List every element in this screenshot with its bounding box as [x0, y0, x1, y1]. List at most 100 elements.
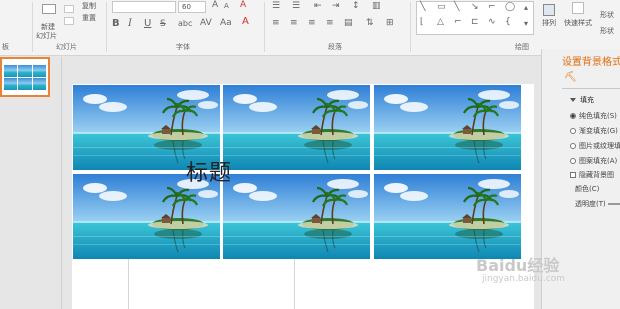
curve-shape-icon[interactable]: ∿: [488, 17, 496, 27]
elbow-shape-icon[interactable]: ⌐: [488, 2, 496, 12]
clear-format-icon[interactable]: A: [240, 0, 246, 10]
strikethrough-icon[interactable]: abc: [178, 19, 192, 28]
bracket-shape-icon[interactable]: ⌐: [454, 17, 462, 27]
collapse-arrow-icon[interactable]: [570, 98, 576, 102]
numbering-icon[interactable]: ☰: [292, 1, 300, 11]
copy-button[interactable]: 复制: [82, 1, 96, 11]
arrange-button[interactable]: 排列: [540, 2, 560, 42]
thumb-image: [18, 64, 32, 77]
island-image[interactable]: [223, 85, 370, 170]
arrange-icon: [543, 4, 555, 16]
group-label-paragraph: 段落: [328, 43, 342, 51]
divider: [562, 88, 620, 89]
hide-background-checkbox[interactable]: 隐藏背景图: [570, 170, 614, 180]
pane-title: 设置背景格式: [562, 57, 620, 68]
divider: [410, 2, 411, 52]
group-label-drawing: 绘图: [515, 43, 529, 51]
font-name-dropdown[interactable]: [112, 1, 176, 13]
picture-fill-option[interactable]: 图片或纹理填: [570, 141, 620, 151]
option-label: 渐变填充(G): [579, 127, 618, 135]
italic-button[interactable]: I: [128, 18, 132, 29]
island-image[interactable]: [223, 174, 370, 259]
font-size-dropdown[interactable]: 60: [178, 1, 206, 13]
new-slide-button[interactable]: 新建 幻灯片: [36, 2, 62, 42]
layout-icon[interactable]: [64, 5, 74, 13]
bullets-icon[interactable]: ☰: [272, 1, 280, 11]
distribute-icon[interactable]: ▤: [344, 18, 353, 28]
island-image[interactable]: [374, 85, 521, 170]
increase-indent-icon[interactable]: ⇥: [332, 1, 340, 11]
group-label-font: 字体: [176, 43, 190, 51]
thumb-image: [32, 77, 46, 90]
radio-icon: [570, 128, 576, 134]
watermark-url: jingyan.baidu.com: [482, 274, 566, 284]
fill-section-header[interactable]: 填充: [580, 95, 594, 105]
solid-fill-option[interactable]: 纯色填充(S): [570, 111, 617, 121]
justify-icon[interactable]: ≡: [326, 18, 334, 28]
brace-shape-icon[interactable]: {: [505, 17, 511, 27]
rectangle-shape-icon[interactable]: ▭: [437, 2, 446, 12]
line-shape-icon[interactable]: ╲: [454, 2, 459, 12]
align-right-icon[interactable]: ≡: [308, 18, 316, 28]
thumb-image: [32, 64, 46, 77]
slide-canvas: 标题: [63, 57, 541, 309]
thumb-image: [18, 77, 32, 90]
font-color-icon[interactable]: A: [242, 16, 249, 27]
bold-button[interactable]: B: [112, 18, 120, 29]
columns-icon[interactable]: ▥: [372, 1, 381, 11]
slide[interactable]: 标题: [72, 84, 534, 309]
fill-bucket-icon[interactable]: ⛏: [564, 72, 577, 83]
transparency-label: 透明度(T): [575, 200, 606, 208]
quick-styles-button[interactable]: 快速样式: [564, 2, 594, 42]
align-left-icon[interactable]: ≡: [272, 18, 280, 28]
grow-font-icon[interactable]: A: [212, 0, 218, 10]
section-icon[interactable]: [64, 17, 74, 25]
island-image[interactable]: [374, 174, 521, 259]
color-label: 颜色(C): [575, 185, 600, 193]
text-direction-icon[interactable]: ⇅: [366, 18, 374, 28]
new-slide-icon: [42, 4, 56, 14]
radio-icon: [570, 113, 576, 119]
reset-button[interactable]: 重置: [82, 13, 96, 23]
slide-thumbnail-1[interactable]: [0, 57, 50, 97]
shapes-gallery[interactable]: ╲ ▭ ╲ ↘ ⌐ ◯ ⌊ △ ⌐ ⊏ ∿ { ▴ ▾: [416, 1, 534, 35]
align-center-icon[interactable]: ≡: [290, 18, 298, 28]
change-case-icon[interactable]: Aa: [220, 18, 232, 28]
arrow-shape-icon[interactable]: ↘: [471, 2, 479, 12]
title-placeholder[interactable]: 标题: [186, 155, 232, 187]
quick-styles-icon: [572, 2, 584, 14]
baidu-watermark-logo: Baidu经验: [476, 256, 560, 275]
char-spacing-icon[interactable]: AV: [200, 18, 212, 28]
shrink-font-icon[interactable]: A: [224, 2, 229, 10]
transparency-slider[interactable]: [608, 203, 620, 205]
option-label: 图片或纹理填: [579, 142, 620, 150]
shadow-button[interactable]: S: [160, 19, 166, 29]
thumbnail-pane: 1: [0, 57, 62, 309]
new-slide-label-2: 幻灯片: [36, 32, 57, 40]
thumb-image: [4, 64, 18, 77]
divider: [106, 2, 107, 52]
arrange-label: 排列: [542, 19, 556, 27]
callout-shape-icon[interactable]: ⊏: [471, 17, 479, 27]
corner-shape-icon[interactable]: ⌊: [420, 17, 424, 27]
shape-outline-button[interactable]: 形状: [600, 26, 614, 36]
checkbox-icon: [570, 172, 576, 178]
option-label: 隐藏背景图: [579, 171, 614, 179]
gradient-fill-option[interactable]: 渐变填充(G): [570, 126, 618, 136]
oval-shape-icon[interactable]: ◯: [505, 2, 515, 12]
smartart-icon[interactable]: ⊞: [386, 18, 394, 28]
pattern-fill-option[interactable]: 图案填充(A): [570, 156, 617, 166]
triangle-shape-icon[interactable]: △: [437, 17, 444, 27]
option-label: 纯色填充(S): [579, 112, 617, 120]
radio-icon: [570, 143, 576, 149]
gallery-more-icon[interactable]: ▾: [524, 19, 528, 28]
divider: [32, 2, 33, 52]
decrease-indent-icon[interactable]: ⇤: [314, 1, 322, 11]
shape-fill-button[interactable]: 形状: [600, 10, 614, 20]
quick-styles-label: 快速样式: [564, 19, 592, 27]
underline-button[interactable]: U: [144, 18, 151, 29]
divider: [264, 2, 265, 52]
line-spacing-icon[interactable]: ↕: [352, 1, 360, 11]
line-shape-icon[interactable]: ╲: [420, 2, 425, 12]
scroll-up-icon[interactable]: ▴: [524, 3, 528, 12]
